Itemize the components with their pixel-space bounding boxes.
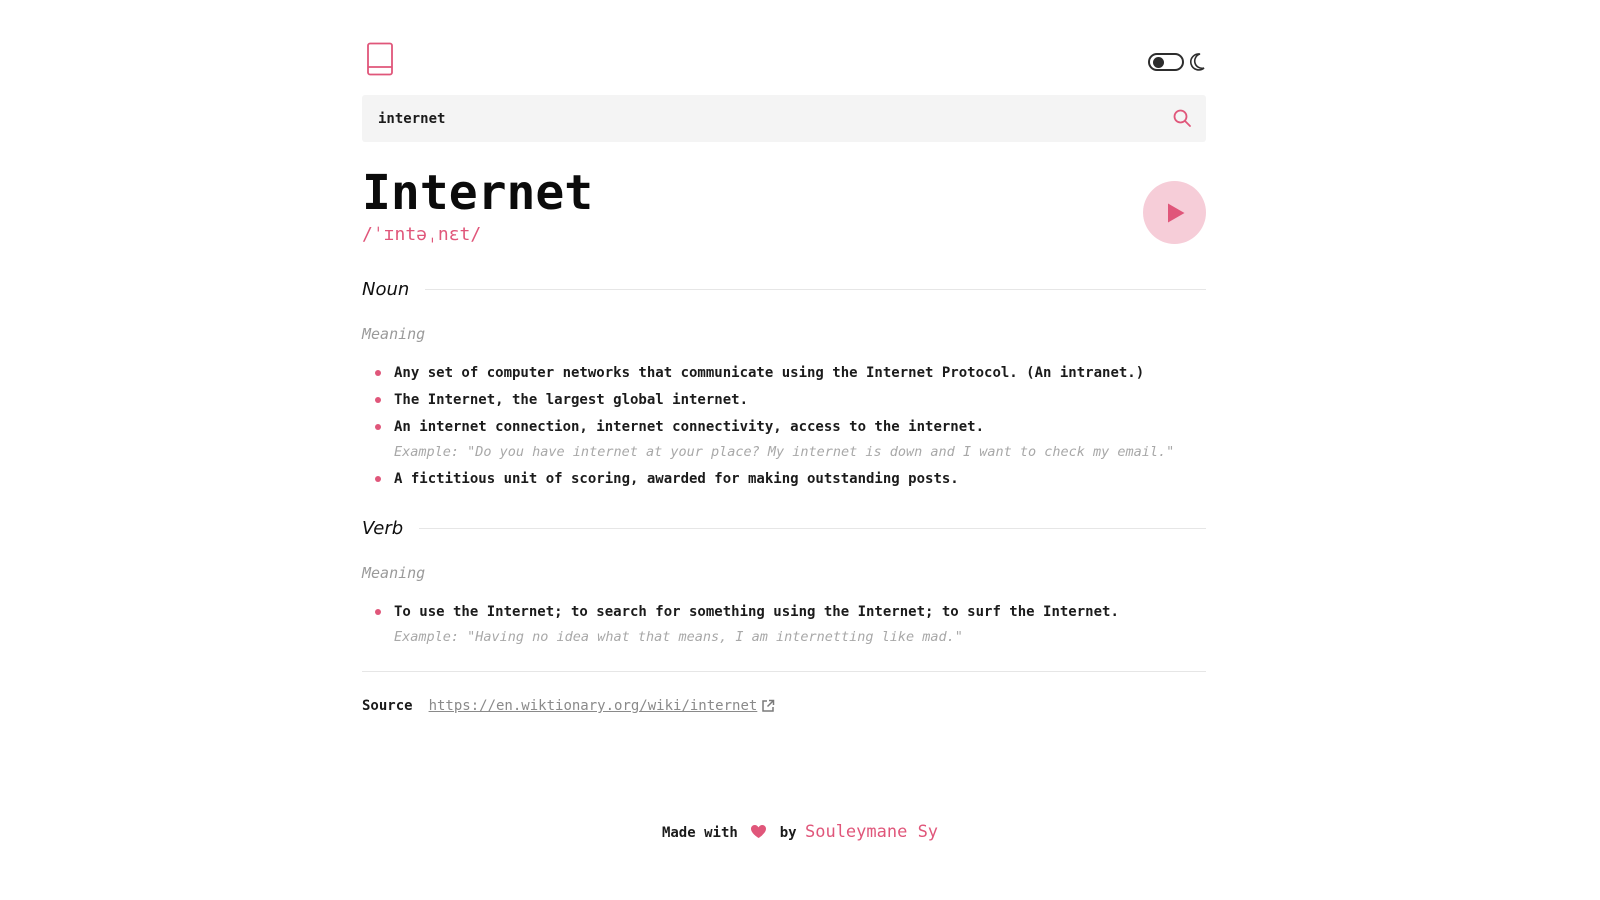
- list-item: To use the Internet; to search for somet…: [362, 603, 1206, 646]
- bullet: [375, 370, 381, 376]
- definition-text: An internet connection, internet connect…: [394, 419, 985, 435]
- definition-text: To use the Internet; to search for somet…: [394, 604, 1119, 620]
- definition-text: A fictitious unit of scoring, awarded fo…: [394, 471, 959, 487]
- moon-icon[interactable]: [1190, 52, 1206, 72]
- definition-example: Example: "Do you have internet at your p…: [394, 444, 1175, 460]
- bullet: [375, 397, 381, 403]
- part-of-speech: Verb: [362, 518, 404, 539]
- divider: [425, 289, 1206, 290]
- list-item: An internet connection, internet connect…: [362, 418, 1206, 461]
- definition-list-noun: Any set of computer networks that commun…: [362, 364, 1206, 497]
- page: Internet /ˈɪntəˌnɛt/ Noun Meaning Any se…: [362, 0, 1206, 900]
- play-icon: [1168, 203, 1185, 223]
- book-icon[interactable]: [366, 42, 394, 76]
- by-text: by: [779, 825, 797, 841]
- list-item: The Internet, the largest global interne…: [362, 391, 1206, 409]
- list-item: A fictitious unit of scoring, awarded fo…: [362, 470, 1206, 488]
- meaning-label: Meaning: [362, 325, 426, 343]
- footer: Made with by Souleymane Sy: [0, 822, 1600, 842]
- meaning-label: Meaning: [362, 564, 426, 582]
- source: Source https://en.wiktionary.org/wiki/in…: [362, 698, 775, 714]
- play-pronunciation-button[interactable]: [1143, 181, 1206, 244]
- theme-switch[interactable]: [1148, 52, 1206, 72]
- theme-toggle[interactable]: [1148, 53, 1184, 71]
- pos-heading-noun: Noun: [362, 279, 1206, 300]
- divider: [362, 671, 1206, 672]
- search-bar: [362, 95, 1206, 142]
- bullet: [375, 424, 381, 430]
- bullet: [375, 609, 381, 615]
- headword: Internet: [362, 165, 594, 221]
- definition-text: Any set of computer networks that commun…: [394, 365, 1145, 381]
- bullet: [375, 476, 381, 482]
- phonetic: /ˈɪntəˌnɛt/: [362, 224, 482, 245]
- definition-example: Example: "Having no idea what that means…: [394, 629, 963, 645]
- divider: [419, 528, 1206, 529]
- list-item: Any set of computer networks that commun…: [362, 364, 1206, 382]
- definition-text: The Internet, the largest global interne…: [394, 392, 749, 408]
- definition-list-verb: To use the Internet; to search for somet…: [362, 603, 1206, 655]
- heart-icon: [751, 825, 767, 838]
- search-icon[interactable]: [1172, 108, 1192, 128]
- toggle-knob: [1153, 57, 1164, 68]
- made-with-text: Made with: [661, 825, 738, 841]
- source-label: Source: [362, 698, 413, 714]
- source-link[interactable]: https://en.wiktionary.org/wiki/internet: [429, 698, 758, 714]
- search-input[interactable]: [378, 95, 1158, 142]
- author-name[interactable]: Souleymane Sy: [805, 822, 938, 842]
- pos-heading-verb: Verb: [362, 518, 1206, 539]
- part-of-speech: Noun: [362, 279, 410, 300]
- external-link-icon[interactable]: [761, 699, 775, 713]
